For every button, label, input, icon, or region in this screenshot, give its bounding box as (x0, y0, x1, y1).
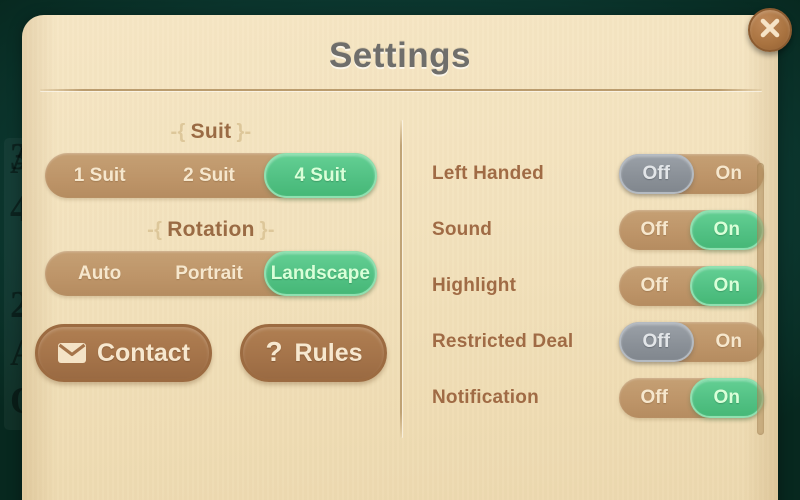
toggle-off-option[interactable]: Off (619, 154, 694, 194)
toggle-off-option[interactable]: Off (619, 210, 690, 250)
suit-option-4-suit[interactable]: 4 Suit (263, 153, 377, 198)
rotation-heading-label: Rotation (167, 218, 255, 241)
suit-segmented-control[interactable]: 1 Suit 2 Suit 4 Suit (45, 153, 377, 198)
toggle-notification[interactable]: Off On (619, 378, 764, 418)
suit-heading-label: Suit (190, 120, 232, 143)
brace-right-icon: }- (259, 219, 275, 241)
rules-button-label: Rules (294, 338, 363, 367)
question-mark-icon: ? (264, 338, 284, 368)
rotation-option-auto[interactable]: Auto (45, 251, 154, 296)
rotation-segmented-control[interactable]: Auto Portrait Landscape (45, 251, 377, 296)
toggle-left-handed[interactable]: Off On (619, 154, 764, 194)
settings-dialog: Settings -{Suit}- 1 Suit 2 Suit 4 Suit -… (22, 15, 778, 500)
suit-option-1-suit[interactable]: 1 Suit (45, 153, 154, 198)
toggle-on-option[interactable]: On (689, 266, 764, 306)
setting-row-highlight: Highlight Off On (432, 265, 764, 307)
envelope-icon (57, 342, 87, 364)
setting-label-notification: Notification (432, 387, 539, 408)
rules-button[interactable]: ? Rules (240, 324, 387, 382)
contact-button[interactable]: Contact (35, 324, 212, 382)
action-button-row: Contact ? Rules (30, 324, 392, 382)
setting-label-left-handed: Left Handed (432, 163, 544, 184)
contact-button-label: Contact (96, 338, 191, 367)
setting-row-notification: Notification Off On (432, 377, 764, 419)
setting-row-left-handed: Left Handed Off On (432, 153, 764, 195)
column-divider (400, 120, 402, 438)
setting-row-restricted-deal: Restricted Deal Off On (432, 321, 764, 363)
toggle-on-option[interactable]: On (689, 210, 764, 250)
title-divider (40, 89, 762, 91)
toggle-on-option[interactable]: On (694, 154, 765, 194)
toggle-off-option[interactable]: Off (619, 378, 690, 418)
setting-label-restricted-deal: Restricted Deal (432, 331, 574, 352)
toggle-off-option[interactable]: Off (619, 322, 694, 362)
toggle-highlight[interactable]: Off On (619, 266, 764, 306)
brace-left-icon: -{ (147, 219, 163, 241)
page-title: Settings (328, 36, 472, 75)
left-settings-panel: -{Suit}- 1 Suit 2 Suit 4 Suit -{Rotation… (30, 120, 392, 382)
right-settings-panel: Left Handed Off On Sound Off On Highligh… (432, 153, 764, 433)
toggle-on-option[interactable]: On (689, 378, 764, 418)
suit-group-heading: -{Suit}- (30, 120, 392, 144)
close-button[interactable] (748, 8, 792, 52)
setting-label-highlight: Highlight (432, 275, 517, 296)
toggle-sound[interactable]: Off On (619, 210, 764, 250)
rotation-group-heading: -{Rotation}- (30, 218, 392, 242)
toggle-on-option[interactable]: On (694, 322, 765, 362)
brace-right-icon: }- (236, 121, 252, 143)
dialog-scrollbar[interactable] (757, 163, 764, 435)
setting-row-sound: Sound Off On (432, 209, 764, 251)
toggle-restricted-deal[interactable]: Off On (619, 322, 764, 362)
close-x-icon (757, 15, 783, 46)
brace-left-icon: -{ (170, 121, 186, 143)
toggle-off-option[interactable]: Off (619, 266, 690, 306)
setting-label-sound: Sound (432, 219, 493, 240)
rotation-option-portrait[interactable]: Portrait (154, 251, 263, 296)
rotation-option-landscape[interactable]: Landscape (263, 251, 377, 296)
svg-text:?: ? (266, 338, 283, 367)
suit-option-2-suit[interactable]: 2 Suit (154, 153, 263, 198)
